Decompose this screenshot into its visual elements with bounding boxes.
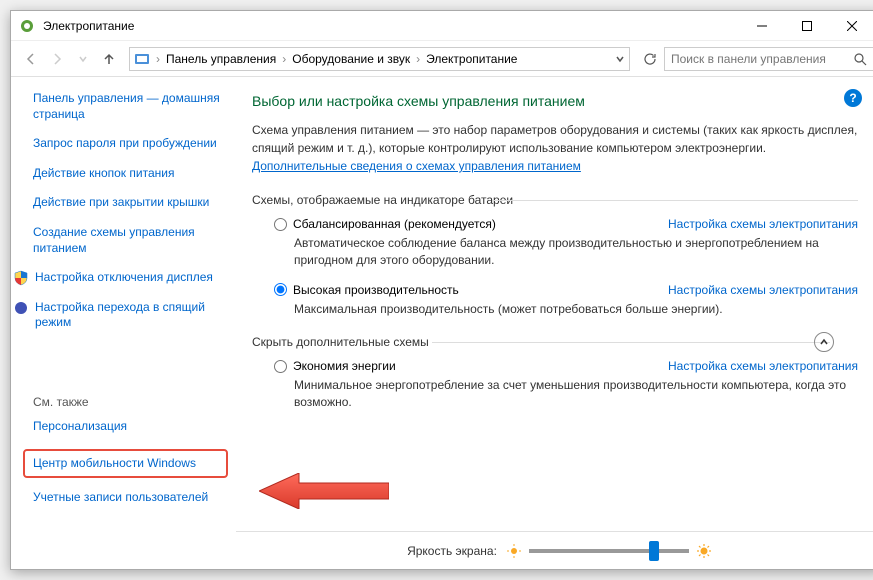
battery-plans-legend: Схемы, отображаемые на индикаторе батаре… bbox=[252, 193, 858, 207]
plan-high-performance: Высокая производительность Настройка схе… bbox=[274, 283, 858, 318]
forward-button[interactable] bbox=[45, 47, 69, 71]
plan-saver-radio[interactable] bbox=[274, 360, 287, 373]
recent-dropdown[interactable] bbox=[71, 47, 95, 71]
breadcrumb[interactable]: › Панель управления › Оборудование и зву… bbox=[129, 47, 630, 71]
help-icon[interactable]: ? bbox=[844, 89, 862, 107]
chevron-right-icon[interactable]: › bbox=[154, 52, 162, 66]
sidebar-link-power-buttons[interactable]: Действие кнопок питания bbox=[33, 166, 222, 182]
content-area: Панель управления — домашняя страница За… bbox=[11, 77, 873, 569]
chevron-up-icon bbox=[819, 337, 829, 347]
chevron-right-icon[interactable]: › bbox=[414, 52, 422, 66]
main-panel: ? Выбор или настройка схемы управления п… bbox=[236, 77, 873, 569]
search-box[interactable] bbox=[664, 47, 873, 71]
close-button[interactable] bbox=[829, 11, 873, 40]
plan-balanced-name: Сбалансированная (рекомендуется) bbox=[293, 217, 496, 231]
titlebar: Электропитание bbox=[11, 11, 873, 41]
sidebar-home-link[interactable]: Панель управления — домашняя страница bbox=[33, 91, 222, 122]
see-also-mobility-center[interactable]: Центр мобильности Windows bbox=[33, 456, 218, 472]
sidebar-link-password[interactable]: Запрос пароля при пробуждении bbox=[33, 136, 222, 152]
moon-icon bbox=[13, 300, 29, 316]
shield-icon bbox=[13, 270, 29, 286]
plan-saver-desc: Минимальное энергопотребление за счет ум… bbox=[294, 377, 858, 411]
see-also-user-accounts[interactable]: Учетные записи пользователей bbox=[33, 490, 222, 506]
breadcrumb-leaf[interactable]: Электропитание bbox=[422, 52, 521, 66]
window: Электропитание › Панель управления › Обо… bbox=[10, 10, 873, 570]
up-button[interactable] bbox=[97, 47, 121, 71]
extra-plans-section: Скрыть дополнительные схемы Экономия эне… bbox=[252, 335, 858, 411]
page-description: Схема управления питанием — это набор па… bbox=[252, 121, 858, 175]
sidebar-link-lid-close[interactable]: Действие при закрытии крышки bbox=[33, 195, 222, 211]
search-input[interactable] bbox=[671, 52, 853, 66]
window-title: Электропитание bbox=[43, 19, 739, 33]
brightness-label: Яркость экрана: bbox=[407, 544, 497, 558]
plan-high-settings-link[interactable]: Настройка схемы электропитания bbox=[668, 283, 858, 297]
plan-power-saver: Экономия энергии Настройка схемы электро… bbox=[274, 359, 858, 411]
window-buttons bbox=[739, 11, 873, 40]
breadcrumb-root[interactable]: Панель управления bbox=[162, 52, 280, 66]
plan-balanced: Сбалансированная (рекомендуется) Настрой… bbox=[274, 217, 858, 269]
plan-saver-radio-label[interactable]: Экономия энергии bbox=[274, 359, 396, 373]
plan-balanced-radio[interactable] bbox=[274, 218, 287, 231]
sidebar-link-display-off[interactable]: Настройка отключения дисплея bbox=[35, 270, 213, 286]
see-also-personalization[interactable]: Персонализация bbox=[33, 419, 222, 435]
breadcrumb-mid[interactable]: Оборудование и звук bbox=[288, 52, 414, 66]
battery-plans-section: Схемы, отображаемые на индикаторе батаре… bbox=[252, 193, 858, 317]
minimize-button[interactable] bbox=[739, 11, 784, 40]
plan-high-radio[interactable] bbox=[274, 283, 287, 296]
sidebar: Панель управления — домашняя страница За… bbox=[11, 77, 236, 569]
see-also-heading: См. также bbox=[33, 395, 222, 409]
plan-high-desc: Максимальная производительность (может п… bbox=[294, 301, 858, 318]
plan-balanced-settings-link[interactable]: Настройка схемы электропитания bbox=[668, 217, 858, 231]
plan-high-radio-label[interactable]: Высокая производительность bbox=[274, 283, 459, 297]
plan-balanced-desc: Автоматическое соблюдение баланса между … bbox=[294, 235, 858, 269]
brightness-bar: Яркость экрана: bbox=[236, 531, 873, 569]
plan-high-name: Высокая производительность bbox=[293, 283, 459, 297]
sidebar-link-sleep[interactable]: Настройка перехода в спящий режим bbox=[35, 300, 222, 331]
brightness-slider[interactable] bbox=[529, 549, 689, 553]
plan-saver-name: Экономия энергии bbox=[293, 359, 396, 373]
chevron-right-icon[interactable]: › bbox=[280, 52, 288, 66]
maximize-button[interactable] bbox=[784, 11, 829, 40]
app-icon bbox=[19, 18, 35, 34]
search-icon[interactable] bbox=[853, 52, 867, 66]
sidebar-link-create-plan[interactable]: Создание схемы управления питанием bbox=[33, 225, 222, 256]
plan-balanced-radio-label[interactable]: Сбалансированная (рекомендуется) bbox=[274, 217, 496, 231]
sun-bright-icon bbox=[697, 544, 711, 558]
page-heading: Выбор или настройка схемы управления пит… bbox=[252, 93, 858, 109]
plan-saver-settings-link[interactable]: Настройка схемы электропитания bbox=[668, 359, 858, 373]
control-panel-icon bbox=[134, 51, 150, 67]
chevron-down-icon[interactable] bbox=[615, 54, 625, 64]
refresh-button[interactable] bbox=[638, 47, 662, 71]
collapse-button[interactable] bbox=[814, 332, 834, 352]
more-info-link[interactable]: Дополнительные сведения о схемах управле… bbox=[252, 159, 581, 173]
brightness-slider-thumb[interactable] bbox=[649, 541, 659, 561]
desc-text: Схема управления питанием — это набор па… bbox=[252, 123, 857, 155]
back-button[interactable] bbox=[19, 47, 43, 71]
sun-dim-icon bbox=[507, 544, 521, 558]
highlighted-link-box: Центр мобильности Windows bbox=[23, 449, 228, 479]
navbar: › Панель управления › Оборудование и зву… bbox=[11, 41, 873, 77]
brightness-slider-wrap bbox=[507, 544, 711, 558]
extra-plans-legend[interactable]: Скрыть дополнительные схемы bbox=[252, 335, 858, 349]
